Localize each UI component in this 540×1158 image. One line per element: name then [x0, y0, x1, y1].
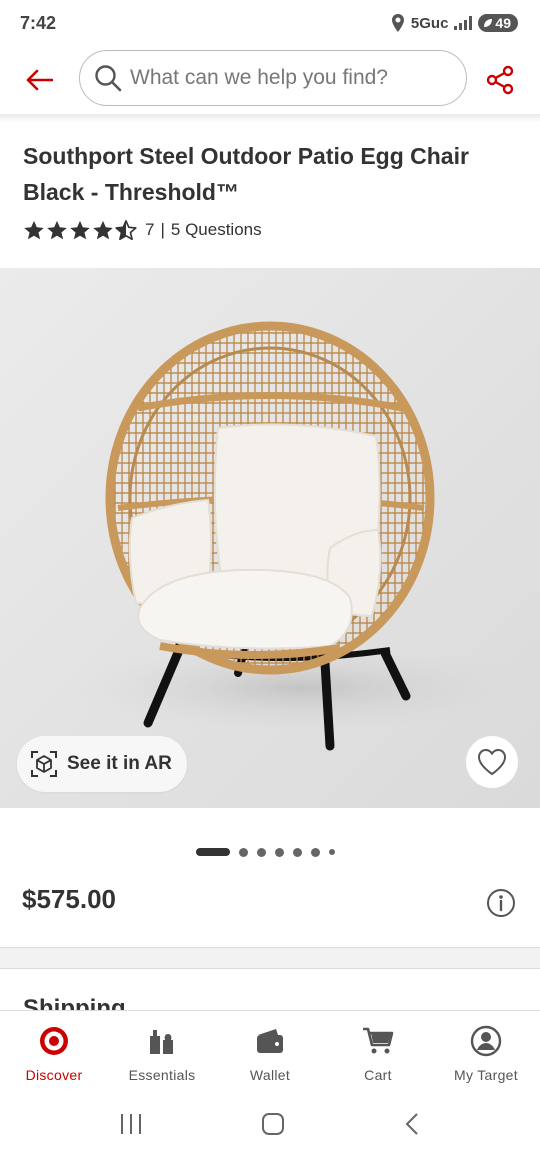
carousel-dot[interactable]: [275, 847, 284, 857]
shipping-heading: Shipping: [23, 995, 126, 1010]
star-full-icon: [70, 220, 90, 239]
recent-apps-icon: [121, 1113, 141, 1134]
nav-wallet[interactable]: Wallet: [216, 1011, 324, 1094]
heart-icon: [477, 748, 507, 776]
ar-cube-icon: [31, 751, 57, 777]
search-input[interactable]: What can we help you find?: [79, 50, 467, 106]
system-back-button[interactable]: [403, 1112, 421, 1141]
rating-row[interactable]: 7 | 5 Questions: [23, 216, 262, 244]
status-bar: 7:42 5Guc 49: [0, 0, 540, 46]
back-arrow-icon: [26, 69, 53, 91]
star-rating: [23, 219, 137, 241]
nav-my-target-label: My Target: [454, 1067, 518, 1083]
review-count[interactable]: 7: [145, 220, 154, 240]
product-price: $575.00: [22, 884, 116, 914]
share-icon: [486, 65, 514, 95]
info-icon: [487, 889, 515, 917]
rating-separator: |: [160, 220, 165, 239]
star-full-icon: [93, 220, 113, 239]
wallet-icon: [257, 1029, 283, 1053]
nav-wallet-label: Wallet: [249, 1067, 291, 1083]
back-button[interactable]: [0, 46, 78, 114]
carousel-indicators: [196, 846, 335, 858]
nav-cart-label: Cart: [364, 1067, 392, 1083]
status-time: 7:42: [20, 12, 57, 33]
carousel-dot[interactable]: [239, 847, 248, 857]
recent-apps-button[interactable]: [119, 1113, 143, 1140]
network-indicator: 5Guc: [410, 14, 449, 32]
see-in-ar-label: See it in AR: [67, 753, 172, 774]
nav-essentials-label: Essentials: [128, 1067, 196, 1083]
location-icon: [391, 14, 404, 32]
carousel-dot-active[interactable]: [196, 848, 230, 856]
carousel-dot[interactable]: [293, 847, 302, 857]
nav-discover[interactable]: Discover: [0, 1011, 108, 1094]
battery-level: 49: [495, 15, 511, 31]
home-button[interactable]: [261, 1112, 285, 1141]
product-image-carousel[interactable]: [0, 268, 540, 808]
product-image-egg-chair: [70, 321, 530, 751]
price-info-button[interactable]: [486, 888, 516, 918]
star-full-icon: [47, 220, 67, 239]
nav-my-target[interactable]: My Target: [432, 1011, 540, 1094]
product-title: Southport Steel Outdoor Patio Egg Chair …: [23, 143, 469, 205]
signal-icon: [454, 16, 473, 30]
chevron-left-icon: [405, 1112, 418, 1135]
star-full-icon: [24, 220, 44, 239]
essentials-bottles-icon: [150, 1030, 173, 1054]
see-in-ar-button[interactable]: See it in AR: [17, 736, 187, 792]
status-icons: 5Guc 49: [391, 14, 518, 32]
nav-essentials[interactable]: Essentials: [108, 1011, 216, 1094]
carousel-dot[interactable]: [329, 849, 335, 855]
carousel-dot[interactable]: [311, 847, 320, 857]
nav-cart[interactable]: Cart: [324, 1011, 432, 1094]
cart-icon: [363, 1027, 394, 1054]
favorite-button[interactable]: [466, 736, 518, 788]
nav-discover-label: Discover: [25, 1067, 83, 1083]
target-bullseye-icon: [40, 1027, 68, 1055]
questions-link[interactable]: 5 Questions: [171, 220, 262, 240]
top-navigation: What can we help you find?: [0, 46, 540, 114]
carousel-dot[interactable]: [257, 847, 266, 857]
system-navigation-bar: [0, 1094, 540, 1158]
section-divider: [0, 947, 540, 969]
account-icon: [470, 1025, 502, 1057]
battery-indicator: 49: [478, 14, 518, 32]
star-half-icon: [115, 219, 137, 240]
nav-shadow: [0, 114, 540, 122]
share-button[interactable]: [480, 60, 520, 100]
home-icon: [262, 1112, 284, 1135]
search-icon: [95, 65, 122, 92]
battery-saver-leaf-icon: [484, 19, 493, 27]
bottom-navigation: Discover Essentials Wallet Cart My Targe…: [0, 1010, 540, 1094]
search-placeholder: What can we help you find?: [130, 66, 388, 89]
